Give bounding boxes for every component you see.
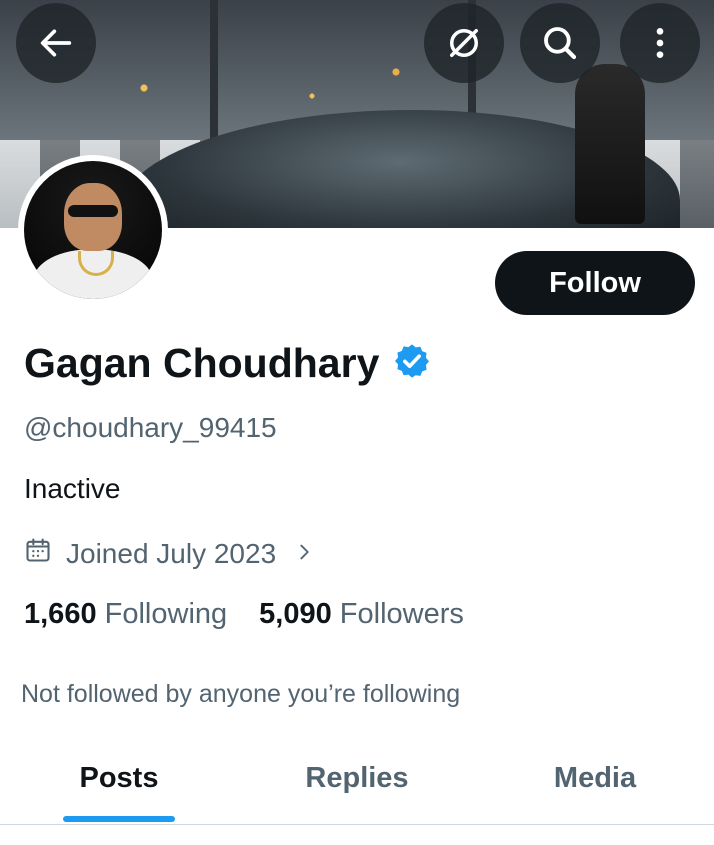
active-tab-indicator [63, 816, 175, 822]
slashed-circle-icon [450, 29, 478, 57]
grok-button[interactable] [424, 3, 504, 83]
avatar[interactable] [18, 155, 168, 305]
avatar-face [64, 183, 122, 251]
tabs-divider [0, 824, 714, 825]
tab-label: Replies [305, 762, 409, 794]
verified-badge-icon[interactable] [393, 342, 431, 385]
avatar-image [24, 161, 162, 299]
back-button[interactable] [16, 3, 96, 83]
profile-handle: @choudhary_99415 [24, 412, 277, 443]
banner-city-lights [60, 40, 480, 120]
follow-button[interactable]: Follow [495, 251, 695, 315]
arrow-left-icon [40, 29, 72, 57]
profile-tabs: Posts Replies Media [0, 740, 714, 824]
search-icon [544, 27, 577, 60]
profile-name-row: Gagan Choudhary [24, 340, 431, 387]
calendar-icon [24, 536, 52, 571]
tab-replies[interactable]: Replies [238, 740, 476, 824]
more-vertical-icon [656, 28, 664, 58]
joined-row[interactable]: Joined July 2023 [24, 536, 314, 571]
following-link[interactable]: 1,660 Following [24, 598, 227, 631]
followers-label: Followers [339, 598, 464, 630]
follow-counts: 1,660 Following 5,090 Followers [24, 598, 496, 631]
followers-link[interactable]: 5,090 Followers [259, 598, 464, 631]
tab-posts[interactable]: Posts [0, 740, 238, 824]
following-count: 1,660 [24, 598, 97, 630]
joined-date: Joined July 2023 [66, 537, 277, 569]
more-button[interactable] [620, 3, 700, 83]
tab-label: Media [553, 762, 637, 794]
search-button[interactable] [520, 3, 600, 83]
profile-name: Gagan Choudhary [24, 340, 380, 386]
profile-bio: Inactive [24, 473, 121, 504]
followed-by-note: Not followed by anyone you’re following [21, 680, 461, 708]
banner-person [575, 64, 645, 224]
chevron-right-icon [296, 538, 314, 570]
tab-label: Posts [79, 762, 159, 794]
followers-count: 5,090 [259, 598, 332, 630]
following-label: Following [104, 598, 228, 630]
avatar-sunglasses [68, 205, 118, 217]
tab-media[interactable]: Media [476, 740, 714, 824]
